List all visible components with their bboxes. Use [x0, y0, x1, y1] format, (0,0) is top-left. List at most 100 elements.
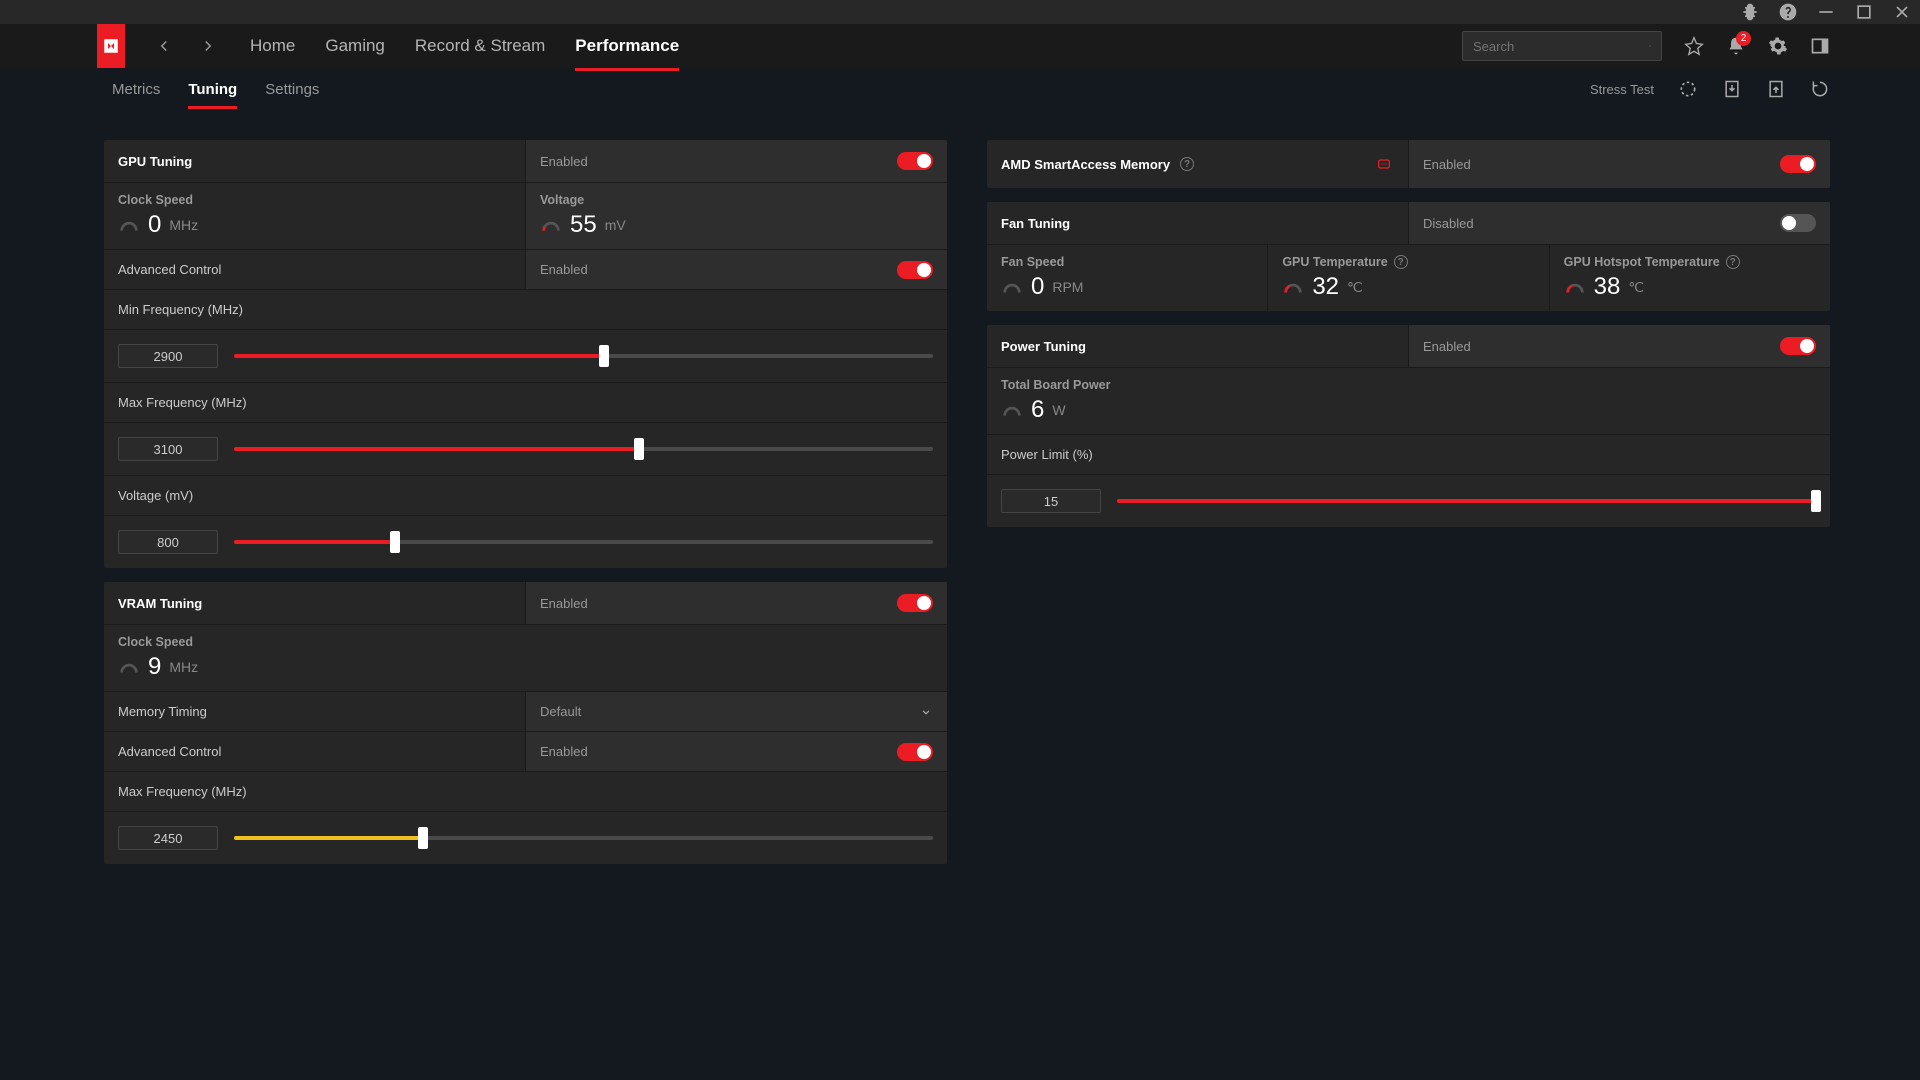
help-icon[interactable] [1778, 2, 1798, 22]
gpu-temp-label: GPU Temperature [1282, 255, 1387, 269]
notification-badge: 2 [1736, 31, 1751, 46]
amd-logo[interactable] [97, 24, 125, 68]
vram-adv-label: Advanced Control [104, 732, 526, 771]
gauge-icon [1001, 399, 1023, 421]
nav-record[interactable]: Record & Stream [415, 26, 545, 66]
gpu-volt-value: 55 [570, 211, 597, 239]
sam-toggle[interactable] [1780, 155, 1816, 173]
settings-icon[interactable] [1768, 36, 1788, 56]
vram-maxf-input[interactable] [118, 826, 218, 850]
fan-speed-label: Fan Speed [1001, 255, 1253, 269]
right-column: AMD SmartAccess Memory ? Enabled Fan Tun… [987, 140, 1830, 864]
help-icon[interactable]: ? [1180, 157, 1194, 171]
minimize-icon[interactable] [1816, 2, 1836, 22]
search-box[interactable] [1462, 31, 1662, 61]
gauge-icon [1564, 276, 1586, 298]
fan-speed-unit: RPM [1052, 279, 1083, 295]
vram-adv-toggle[interactable] [897, 743, 933, 761]
gauge-icon [1001, 276, 1023, 298]
maximize-icon[interactable] [1854, 2, 1874, 22]
gpu-status: Enabled [540, 154, 588, 169]
gpu-tuning-title: GPU Tuning [104, 140, 526, 182]
gpu-adv-status: Enabled [540, 262, 588, 277]
power-status: Enabled [1423, 339, 1471, 354]
nav-performance[interactable]: Performance [575, 26, 679, 66]
gpu-temp-value: 32 [1312, 273, 1339, 301]
hotspot-value: 38 [1594, 273, 1621, 301]
gpu-temp-unit: ℃ [1347, 279, 1363, 296]
sam-panel: AMD SmartAccess Memory ? Enabled [987, 140, 1830, 188]
power-title: Power Tuning [987, 325, 1409, 367]
gpu-volt-unit: mV [605, 217, 626, 233]
close-icon[interactable] [1892, 2, 1912, 22]
nav-home[interactable]: Home [250, 26, 295, 66]
left-column: GPU Tuning Enabled Clock Speed 0 MHz Volt… [104, 140, 947, 864]
sam-title: AMD SmartAccess Memory [1001, 157, 1170, 172]
gpu-toggle[interactable] [897, 152, 933, 170]
sam-status: Enabled [1423, 157, 1471, 172]
favorite-icon[interactable] [1684, 36, 1704, 56]
vram-mem-label: Memory Timing [104, 692, 526, 731]
tbp-unit: W [1052, 402, 1065, 418]
power-limit-slider[interactable] [987, 474, 1830, 527]
export-icon[interactable] [1766, 79, 1786, 99]
sidebar-toggle-icon[interactable] [1810, 36, 1830, 56]
vram-status: Enabled [540, 596, 588, 611]
nav-gaming[interactable]: Gaming [325, 26, 385, 66]
fan-panel: Fan Tuning Disabled Fan Speed 0RPM GPU T… [987, 202, 1830, 311]
gpu-clock-value: 0 [148, 211, 161, 239]
gauge-icon [1282, 276, 1304, 298]
chip-icon [1374, 156, 1394, 172]
reset-icon[interactable] [1810, 79, 1830, 99]
vram-clock-unit: MHz [169, 659, 198, 675]
hotspot-unit: ℃ [1628, 279, 1644, 296]
power-panel: Power Tuning Enabled Total Board Power 6… [987, 325, 1830, 527]
fan-title: Fan Tuning [987, 202, 1409, 244]
bug-icon[interactable] [1740, 2, 1760, 22]
search-input[interactable] [1473, 39, 1649, 54]
stress-test-label: Stress Test [1590, 82, 1654, 97]
stress-test-icon[interactable] [1678, 79, 1698, 99]
search-icon [1649, 38, 1651, 54]
sub-nav: Metrics Tuning Settings Stress Test [0, 68, 1920, 110]
content: GPU Tuning Enabled Clock Speed 0 MHz Volt… [0, 110, 1920, 864]
vram-clock-value: 9 [148, 653, 161, 681]
gpu-minf-input[interactable] [118, 344, 218, 368]
gpu-minf-label: Min Frequency (MHz) [104, 289, 947, 329]
gpu-clock-label: Clock Speed [118, 193, 511, 207]
gpu-minf-slider[interactable] [104, 329, 947, 382]
help-icon[interactable]: ? [1726, 255, 1740, 269]
gauge-icon [118, 656, 140, 678]
vram-toggle[interactable] [897, 594, 933, 612]
forward-button[interactable] [196, 34, 220, 58]
vram-title: VRAM Tuning [104, 582, 526, 624]
subtab-settings[interactable]: Settings [265, 73, 319, 106]
notifications-icon[interactable]: 2 [1726, 36, 1746, 56]
subtab-metrics[interactable]: Metrics [112, 73, 160, 106]
gpu-voltmv-slider[interactable] [104, 515, 947, 568]
vram-tuning-panel: VRAM Tuning Enabled Clock Speed 9 MHz Mem… [104, 582, 947, 864]
gauge-icon [540, 214, 562, 236]
vram-maxf-label: Max Frequency (MHz) [104, 771, 947, 811]
vram-clock-label: Clock Speed [118, 635, 933, 649]
import-icon[interactable] [1722, 79, 1742, 99]
gpu-voltmv-input[interactable] [118, 530, 218, 554]
tbp-label: Total Board Power [1001, 378, 1816, 392]
vram-maxf-slider[interactable] [104, 811, 947, 864]
power-toggle[interactable] [1780, 337, 1816, 355]
gpu-voltmv-label: Voltage (mV) [104, 475, 947, 515]
gpu-tuning-panel: GPU Tuning Enabled Clock Speed 0 MHz Volt… [104, 140, 947, 568]
fan-toggle[interactable] [1780, 214, 1816, 232]
power-limit-label: Power Limit (%) [987, 434, 1830, 474]
subtab-tuning[interactable]: Tuning [188, 73, 237, 106]
fan-status: Disabled [1423, 216, 1474, 231]
vram-mem-dropdown[interactable]: Default [526, 692, 947, 731]
gpu-adv-toggle[interactable] [897, 261, 933, 279]
help-icon[interactable]: ? [1394, 255, 1408, 269]
gpu-maxf-slider[interactable] [104, 422, 947, 475]
gpu-clock-unit: MHz [169, 217, 198, 233]
gauge-icon [118, 214, 140, 236]
gpu-maxf-input[interactable] [118, 437, 218, 461]
back-button[interactable] [152, 34, 176, 58]
power-limit-input[interactable] [1001, 489, 1101, 513]
